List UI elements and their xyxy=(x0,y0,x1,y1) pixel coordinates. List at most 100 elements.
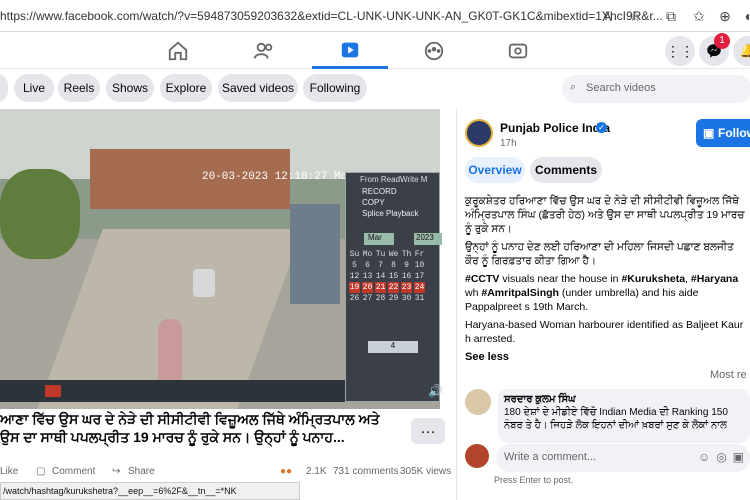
day-recorded: 24 xyxy=(414,282,425,293)
more-options-button[interactable]: … xyxy=(411,418,445,444)
favorites-icon[interactable]: ✩ xyxy=(690,7,708,25)
day: 12 xyxy=(349,272,360,281)
browser-address-bar: https://www.facebook.com/watch/?v=594873… xyxy=(0,0,750,32)
hashtag-amritpalsingh[interactable]: #AmritpalSingh xyxy=(481,287,559,299)
day-recorded: 23 xyxy=(401,282,412,293)
follow-label: Follow xyxy=(718,126,750,140)
watch-tab[interactable] xyxy=(312,33,388,69)
volume-icon[interactable]: 🔊 xyxy=(428,384,443,398)
tab-comments[interactable]: Comments xyxy=(530,157,602,183)
day: 30 xyxy=(401,294,412,303)
groups-tab[interactable] xyxy=(396,33,472,69)
search-icon: ⌕ xyxy=(570,81,577,93)
grid-menu-icon: ⋮⋮ xyxy=(666,43,694,59)
commenter-avatar[interactable] xyxy=(465,389,491,415)
hashtag-kurukshetra[interactable]: #Kuruksheta xyxy=(621,273,685,285)
address-url[interactable]: https://www.facebook.com/watch/?v=594873… xyxy=(0,9,663,23)
comment-tools-icons[interactable]: ☺◎▣ xyxy=(698,450,750,464)
comment-text: 180 ਦੇਸ਼ਾਂ ਦੇ ਮੀਡੀਏ ਵਿੱਚੋ Indian Media ਦ… xyxy=(504,407,728,431)
profile-icon[interactable]: ◐ xyxy=(740,7,750,25)
bell-icon: 🔔 xyxy=(739,43,750,58)
collections-icon[interactable]: ⊕ xyxy=(716,7,734,25)
comments-count[interactable]: 731 comments xyxy=(333,466,399,477)
desc-english-2: Haryana-based Woman harbourer identified… xyxy=(465,319,744,345)
day: 14 xyxy=(375,272,386,281)
pill-explore[interactable]: Explore xyxy=(160,74,212,102)
extensions-icon[interactable]: ⧉ xyxy=(662,7,680,25)
desc-punjabi-2: ਉਨ੍ਹਾਂ ਨੂੰ ਪਨਾਹ ਦੇਣ ਲਈ ਹਰਿਆਣਾ ਦੀ ਮਹਿਲਾ ਜ… xyxy=(465,241,734,267)
dvr-timeline xyxy=(0,380,345,402)
weekday: Th xyxy=(401,250,412,259)
reaction-count[interactable]: 2.1K xyxy=(306,466,327,477)
day: 27 xyxy=(362,294,373,303)
dvr-option-splice: Splice Playback xyxy=(362,209,419,218)
menu-button[interactable]: ⋮⋮ xyxy=(665,36,695,66)
follow-button[interactable]: ▣ Follow xyxy=(696,119,750,147)
search-videos-box[interactable]: ⌕ Search videos xyxy=(562,75,750,103)
weekday: We xyxy=(388,250,399,259)
home-icon xyxy=(168,41,188,61)
day: 29 xyxy=(388,294,399,303)
desc-text: wh xyxy=(465,287,479,299)
views-count: 305K views xyxy=(400,466,452,477)
home-tab[interactable] xyxy=(140,33,216,69)
comment-author[interactable]: ਸਰਦਾਰ ਕੁਲਮ ਸਿੰਘ xyxy=(504,393,744,406)
day: 10 xyxy=(414,261,425,270)
video-actions-row: Like ▢ Comment ↪ Share ●● 2.1K 731 comme… xyxy=(0,466,460,482)
share-button[interactable]: Share xyxy=(128,466,155,477)
dvr-play-marker xyxy=(45,385,61,397)
weekday: Mo xyxy=(362,250,373,259)
search-placeholder: Search videos xyxy=(586,82,656,94)
day: 13 xyxy=(362,272,373,281)
current-user-avatar xyxy=(465,444,489,468)
page-avatar[interactable] xyxy=(465,119,493,147)
hashtag-haryana[interactable]: #Haryana xyxy=(691,273,738,285)
see-less-link[interactable]: See less xyxy=(465,351,509,363)
pill-live[interactable]: Live xyxy=(14,74,54,102)
reaction-icons: ●● xyxy=(280,466,293,477)
follow-icon: ▣ xyxy=(703,126,715,140)
pill-saved-videos[interactable]: Saved videos xyxy=(218,74,298,102)
gaming-tab[interactable] xyxy=(480,33,556,69)
dvr-option-record: RECORD xyxy=(362,187,397,196)
day: 16 xyxy=(401,272,412,281)
pill-following[interactable]: Following xyxy=(303,74,367,102)
desc-english-1: #CCTV visuals near the house in #Kuruksh… xyxy=(465,272,750,314)
comment-input[interactable]: Write a comment... ☺◎▣ xyxy=(496,444,750,472)
verified-badge-icon: ✓ xyxy=(596,122,607,133)
page-name[interactable]: Punjab Police India xyxy=(500,121,610,135)
pill-reels[interactable]: Reels xyxy=(58,74,100,102)
video-scooter xyxy=(193,269,215,297)
friends-tab[interactable] xyxy=(226,33,302,69)
day: 8 xyxy=(391,261,396,270)
notification-badge: 1 xyxy=(714,33,730,49)
pill-shows[interactable]: Shows xyxy=(106,74,154,102)
read-aloud-icon[interactable]: A xyxy=(598,7,616,25)
hashtag-cctv[interactable]: #CCTV xyxy=(465,273,499,285)
day: 9 xyxy=(404,261,409,270)
watch-icon xyxy=(341,42,359,57)
day: 5 xyxy=(352,261,357,270)
star-icon[interactable]: ☆ xyxy=(626,7,644,25)
dvr-channel-select: 4 xyxy=(368,341,418,353)
dvr-option-copy: COPY xyxy=(362,198,385,207)
comment-button[interactable]: Comment xyxy=(52,466,95,477)
day: 15 xyxy=(388,272,399,281)
facebook-navbar: ⋮⋮ 1 🔔 xyxy=(0,33,750,69)
video-gate xyxy=(290,204,340,304)
pill-home[interactable]: e xyxy=(0,74,8,102)
like-button[interactable]: Like xyxy=(0,466,18,477)
weekday: Su xyxy=(349,250,360,259)
tab-overview[interactable]: Overview xyxy=(465,157,525,183)
desc-punjabi-1: ਕੁਰੂਕਸ਼ੇਤਰ ਹਰਿਆਣਾ ਵਿੱਚ ਉਸ ਘਰ ਦੇ ਨੇੜੇ ਦੀ … xyxy=(465,195,745,235)
notifications-button[interactable]: 🔔 xyxy=(733,36,750,66)
most-relevant-filter[interactable]: Most re xyxy=(710,369,747,381)
video-trees xyxy=(0,169,80,259)
dvr-year: 2023 xyxy=(414,233,442,245)
comment-placeholder: Write a comment... xyxy=(504,451,597,463)
day: 31 xyxy=(414,294,425,303)
dvr-month: Mar xyxy=(364,233,394,245)
dvr-calendar: Su Mo Tu We Th Fr 5 6 7 8 9 10 12 13 14 15 16 17 19 20 21… xyxy=(349,249,427,304)
day-recorded: 19 xyxy=(349,282,360,293)
post-time[interactable]: 17h xyxy=(500,138,517,149)
